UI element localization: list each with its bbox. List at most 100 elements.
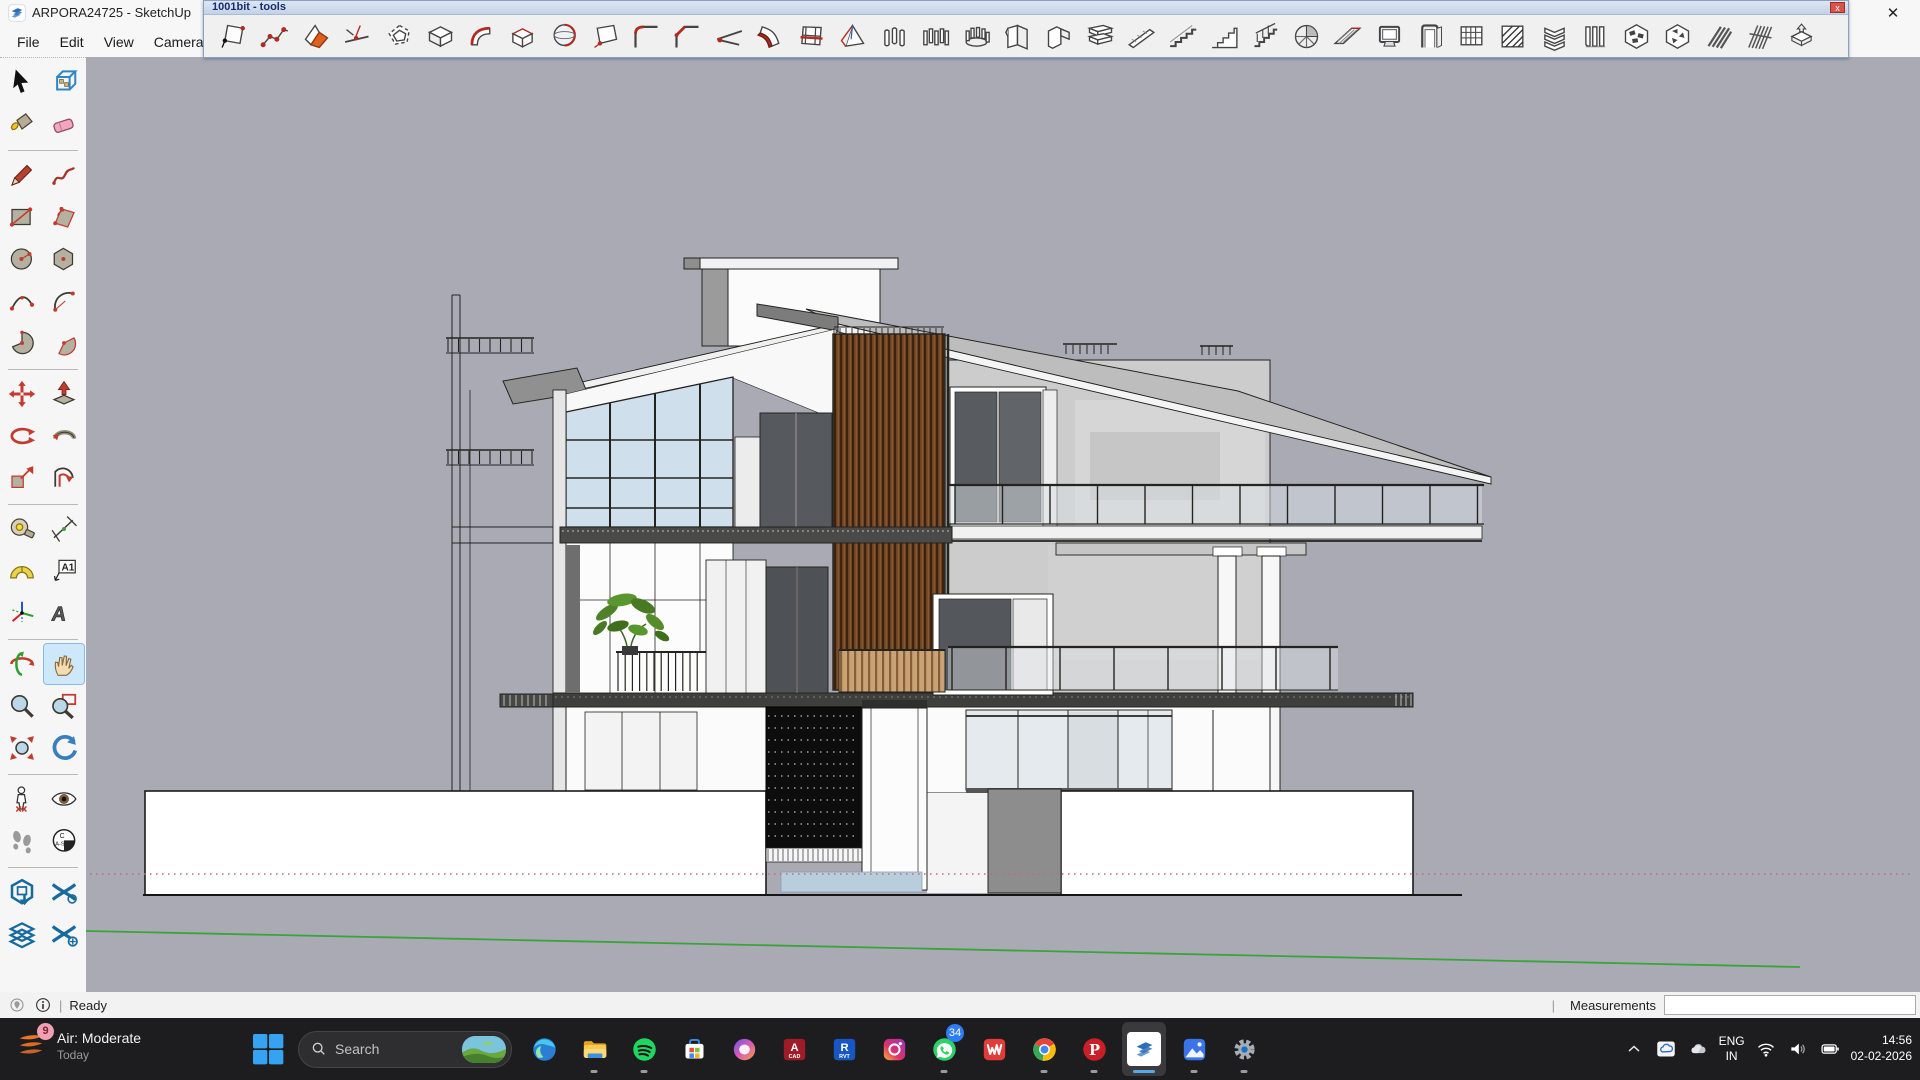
wps-office-taskbar-icon[interactable] — [972, 1022, 1016, 1076]
tape-measure-tool-icon[interactable] — [2, 509, 42, 549]
floating-toolbar-close-button[interactable]: x — [1830, 2, 1845, 13]
1001bit-panel-pattern-b-icon[interactable] — [1660, 18, 1696, 56]
menu-file[interactable]: File — [8, 30, 49, 54]
1001bit-extend-edges-icon[interactable] — [340, 18, 376, 56]
paint-bucket-tool-icon[interactable] — [2, 104, 42, 144]
1001bit-spiral-stair-icon[interactable] — [1289, 18, 1325, 56]
menu-view[interactable]: View — [95, 30, 143, 54]
1001bit-battens-icon[interactable] — [1742, 18, 1778, 56]
1001bit-extrude-profile-icon[interactable] — [216, 18, 252, 56]
clock[interactable]: 14:56 02-02-2026 — [1851, 1033, 1912, 1064]
floating-toolbar-1001bit[interactable]: 1001bit - tools x — [203, 0, 1849, 58]
rotate-tool-icon[interactable] — [2, 416, 42, 456]
walk-tool-icon[interactable] — [2, 821, 42, 861]
weather-widget[interactable]: 9 Air: Moderate Today — [14, 1027, 141, 1065]
autocad-taskbar-icon[interactable]: ACAD — [772, 1022, 816, 1076]
1001bit-offset-polygon-icon[interactable] — [381, 18, 417, 56]
whatsapp-taskbar-icon[interactable]: 34 — [922, 1022, 966, 1076]
cleanup-plugin-tool-icon[interactable] — [44, 914, 84, 954]
onedrive-icon[interactable] — [1655, 1038, 1677, 1060]
pan-tool-icon[interactable] — [44, 644, 84, 684]
1001bit-wall-corner-icon[interactable] — [1041, 18, 1077, 56]
zoom-window-tool-icon[interactable] — [44, 686, 84, 726]
1001bit-box-top-icon[interactable] — [505, 18, 541, 56]
line-tool-icon[interactable] — [2, 155, 42, 195]
start-button[interactable] — [248, 1029, 288, 1069]
1001bit-dome-icon[interactable] — [546, 18, 582, 56]
spotify-taskbar-icon[interactable] — [622, 1022, 666, 1076]
1001bit-push-face-icon[interactable] — [422, 18, 458, 56]
language-indicator[interactable]: ENG IN — [1719, 1034, 1745, 1064]
1001bit-window-frame-icon[interactable] — [1371, 18, 1407, 56]
1001bit-rotate-face-icon[interactable] — [587, 18, 623, 56]
scale-tool-icon[interactable] — [2, 458, 42, 498]
rectangle-tool-icon[interactable] — [2, 197, 42, 237]
1001bit-column-shafts-icon[interactable] — [1577, 18, 1613, 56]
follow-me-tool-icon[interactable] — [44, 416, 84, 456]
arc-3pt-tool-icon[interactable] — [44, 281, 84, 321]
1001bit-stair-railing-icon[interactable] — [1247, 18, 1283, 56]
1001bit-door-frame-icon[interactable] — [1412, 18, 1448, 56]
1001bit-flip-face-icon[interactable] — [299, 18, 335, 56]
1001bit-rafters-icon[interactable] — [1701, 18, 1737, 56]
1001bit-ramp-icon[interactable] — [1124, 18, 1160, 56]
circle-tool-icon[interactable] — [2, 239, 42, 279]
push-pull-tool-icon[interactable] — [44, 374, 84, 414]
look-around-tool-icon[interactable] — [44, 779, 84, 819]
file-explorer-taskbar-icon[interactable] — [572, 1022, 616, 1076]
1001bit-curved-band-icon[interactable] — [464, 18, 500, 56]
sketchup-taskbar-icon[interactable] — [1122, 1022, 1166, 1076]
1001bit-hatch-panel-icon[interactable] — [1495, 18, 1531, 56]
battery-icon[interactable] — [1819, 1038, 1841, 1060]
weld-plugin-tool-icon[interactable] — [44, 872, 84, 912]
1001bit-grille-panel-icon[interactable] — [1454, 18, 1490, 56]
1001bit-flat-stair-icon[interactable] — [1165, 18, 1201, 56]
1001bit-floor-slabs-icon[interactable] — [1082, 18, 1118, 56]
cloud-sync-icon[interactable] — [1687, 1038, 1709, 1060]
pinterest-taskbar-icon[interactable]: P — [1072, 1022, 1116, 1076]
search-box[interactable]: Search — [298, 1031, 512, 1068]
floating-toolbar-titlebar[interactable]: 1001bit - tools x — [204, 1, 1848, 15]
instagram-taskbar-icon[interactable] — [872, 1022, 916, 1076]
zoom-tool-icon[interactable] — [2, 686, 42, 726]
window-close-button[interactable]: ✕ — [1876, 2, 1910, 26]
1001bit-extrude-solid-icon[interactable] — [1784, 18, 1820, 56]
rotated-rectangle-tool-icon[interactable] — [44, 197, 84, 237]
layers-plugin-tool-icon[interactable] — [2, 914, 42, 954]
chrome-taskbar-icon[interactable] — [1022, 1022, 1066, 1076]
1001bit-circular-posts-icon[interactable] — [959, 18, 995, 56]
1001bit-louvre-panel-icon[interactable] — [1536, 18, 1572, 56]
1001bit-chamfer-corner-icon[interactable] — [670, 18, 706, 56]
section-plane-tool-icon[interactable]: CA-S — [44, 821, 84, 861]
1001bit-frame-opening-icon[interactable] — [794, 18, 830, 56]
info-icon[interactable] — [34, 996, 52, 1014]
1001bit-panel-pattern-a-icon[interactable] — [1619, 18, 1655, 56]
pie-tool-icon[interactable] — [2, 323, 42, 363]
geolocation-icon[interactable] — [8, 996, 26, 1014]
1001bit-fillet-corner-icon[interactable] — [629, 18, 665, 56]
arc-2pt-tool-icon[interactable] — [2, 281, 42, 321]
freehand-tool-icon[interactable] — [44, 155, 84, 195]
revit-taskbar-icon[interactable]: RRVT — [822, 1022, 866, 1076]
component-plugin-tool-icon[interactable] — [2, 872, 42, 912]
position-camera-tool-icon[interactable] — [2, 779, 42, 819]
orbit-tool-icon[interactable] — [2, 644, 42, 684]
photos-taskbar-icon[interactable] — [1172, 1022, 1216, 1076]
3d-text-tool-icon[interactable]: A — [44, 593, 84, 633]
microsoft-store-taskbar-icon[interactable] — [672, 1022, 716, 1076]
wifi-icon[interactable] — [1755, 1038, 1777, 1060]
1001bit-fold-panel-icon[interactable] — [1000, 18, 1036, 56]
zoom-extents-tool-icon[interactable] — [2, 728, 42, 768]
1001bit-measure-angle-icon[interactable] — [711, 18, 747, 56]
settings-taskbar-icon[interactable] — [1222, 1022, 1266, 1076]
menu-edit[interactable]: Edit — [51, 30, 93, 54]
viewport-3d[interactable] — [86, 57, 1920, 992]
text-tool-icon[interactable]: A1 — [44, 551, 84, 591]
1001bit-baluster-array-icon[interactable] — [917, 18, 953, 56]
1001bit-curved-wall-icon[interactable] — [752, 18, 788, 56]
make-component-tool-icon[interactable] — [44, 62, 84, 102]
move-tool-icon[interactable] — [2, 374, 42, 414]
eraser-tool-icon[interactable] — [44, 104, 84, 144]
pie-2-tool-icon[interactable] — [44, 323, 84, 363]
volume-icon[interactable] — [1787, 1038, 1809, 1060]
